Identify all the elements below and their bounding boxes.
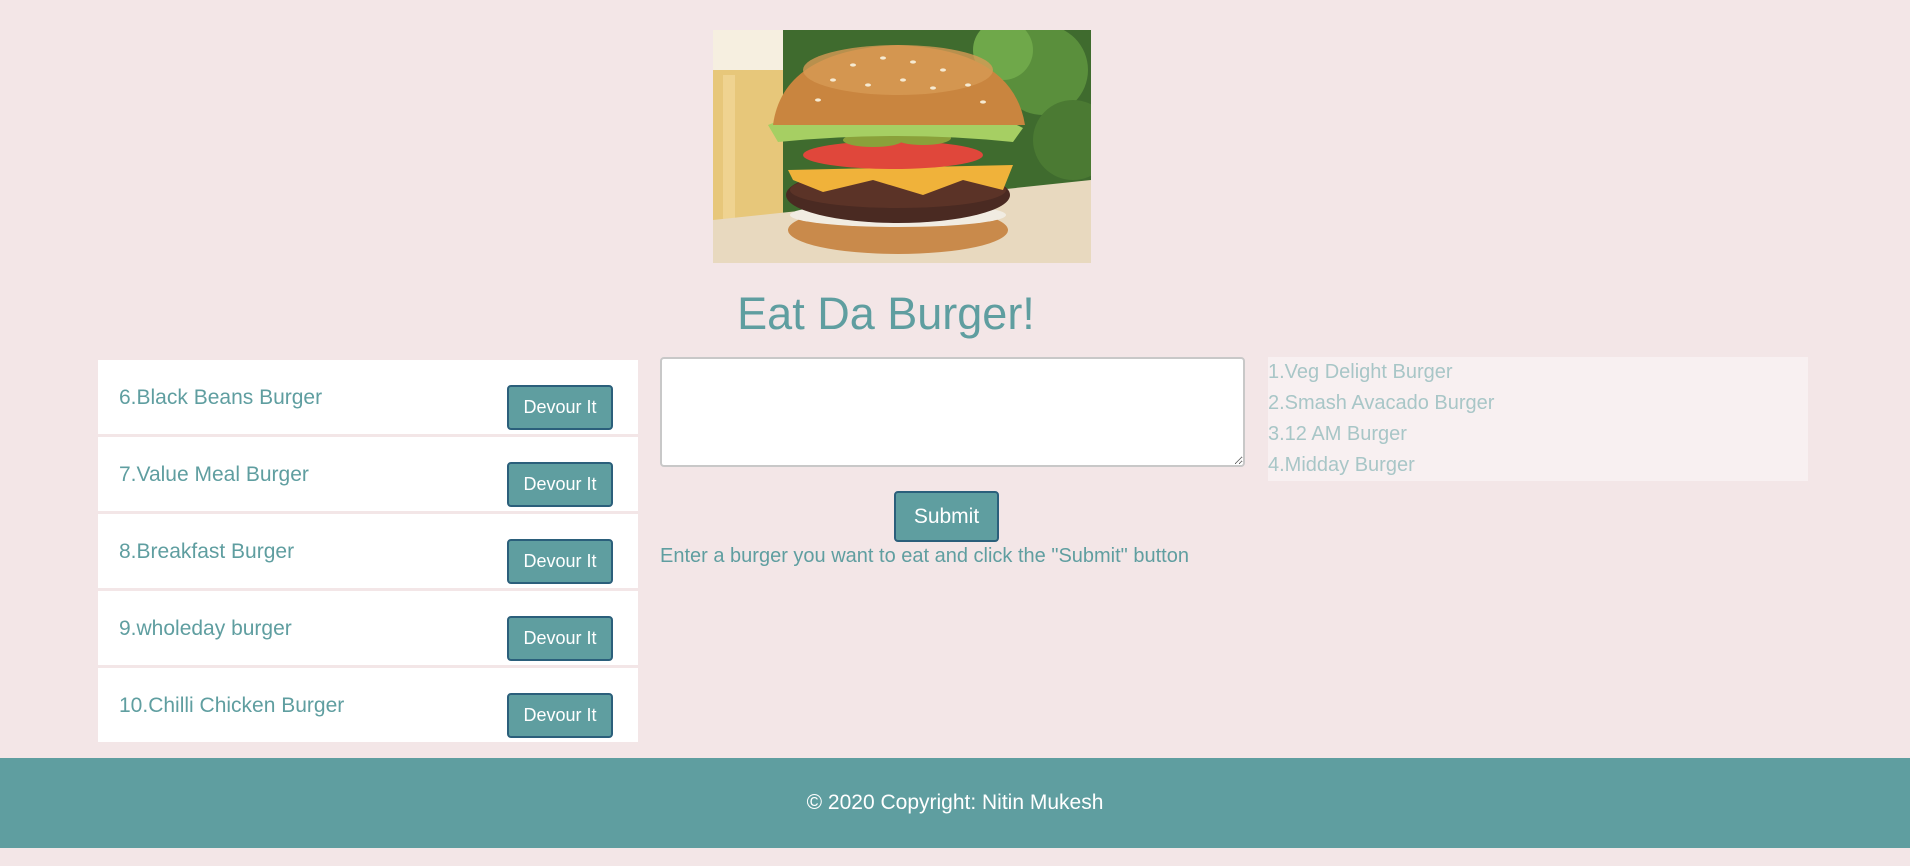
devoured-burger-list: 1.Veg Delight Burger 2.Smash Avacado Bur… (1268, 357, 1808, 481)
devour-button[interactable]: Devour It (507, 616, 613, 661)
burger-name: 7.Value Meal Burger (119, 463, 309, 486)
burger-hero-image (713, 30, 1091, 263)
copyright-text: © 2020 Copyright: Nitin Mukesh (806, 791, 1104, 814)
burger-card: 9.wholeday burger Devour It (98, 591, 638, 665)
burger-name: 9.wholeday burger (119, 617, 292, 640)
uneaten-burger-list: 6.Black Beans Burger Devour It 7.Value M… (98, 360, 638, 745)
burger-card: 8.Breakfast Burger Devour It (98, 514, 638, 588)
devoured-burger-item: 3.12 AM Burger (1268, 423, 1407, 445)
burger-card: 10.Chilli Chicken Burger Devour It (98, 668, 638, 742)
burger-name: 8.Breakfast Burger (119, 540, 295, 563)
burger-icon (713, 30, 1091, 263)
submit-button[interactable]: Submit (894, 491, 999, 542)
devour-button[interactable]: Devour It (507, 385, 613, 430)
devour-button[interactable]: Devour It (507, 462, 613, 507)
page-title: Eat Da Burger! (737, 288, 1035, 339)
burger-name-textarea[interactable] (660, 357, 1245, 467)
burger-card: 7.Value Meal Burger Devour It (98, 437, 638, 511)
devour-button[interactable]: Devour It (507, 693, 613, 738)
footer: © 2020 Copyright: Nitin Mukesh (0, 758, 1910, 848)
devoured-burger-item: 4.Midday Burger (1268, 454, 1415, 476)
devoured-burger-item: 1.Veg Delight Burger (1268, 361, 1453, 383)
burger-name: 6.Black Beans Burger (119, 386, 323, 409)
burger-name: 10.Chilli Chicken Burger (119, 694, 345, 717)
form-hint: Enter a burger you want to eat and click… (660, 545, 1189, 567)
burger-card: 6.Black Beans Burger Devour It (98, 360, 638, 434)
devour-button[interactable]: Devour It (507, 539, 613, 584)
devoured-burger-item: 2.Smash Avacado Burger (1268, 392, 1495, 414)
